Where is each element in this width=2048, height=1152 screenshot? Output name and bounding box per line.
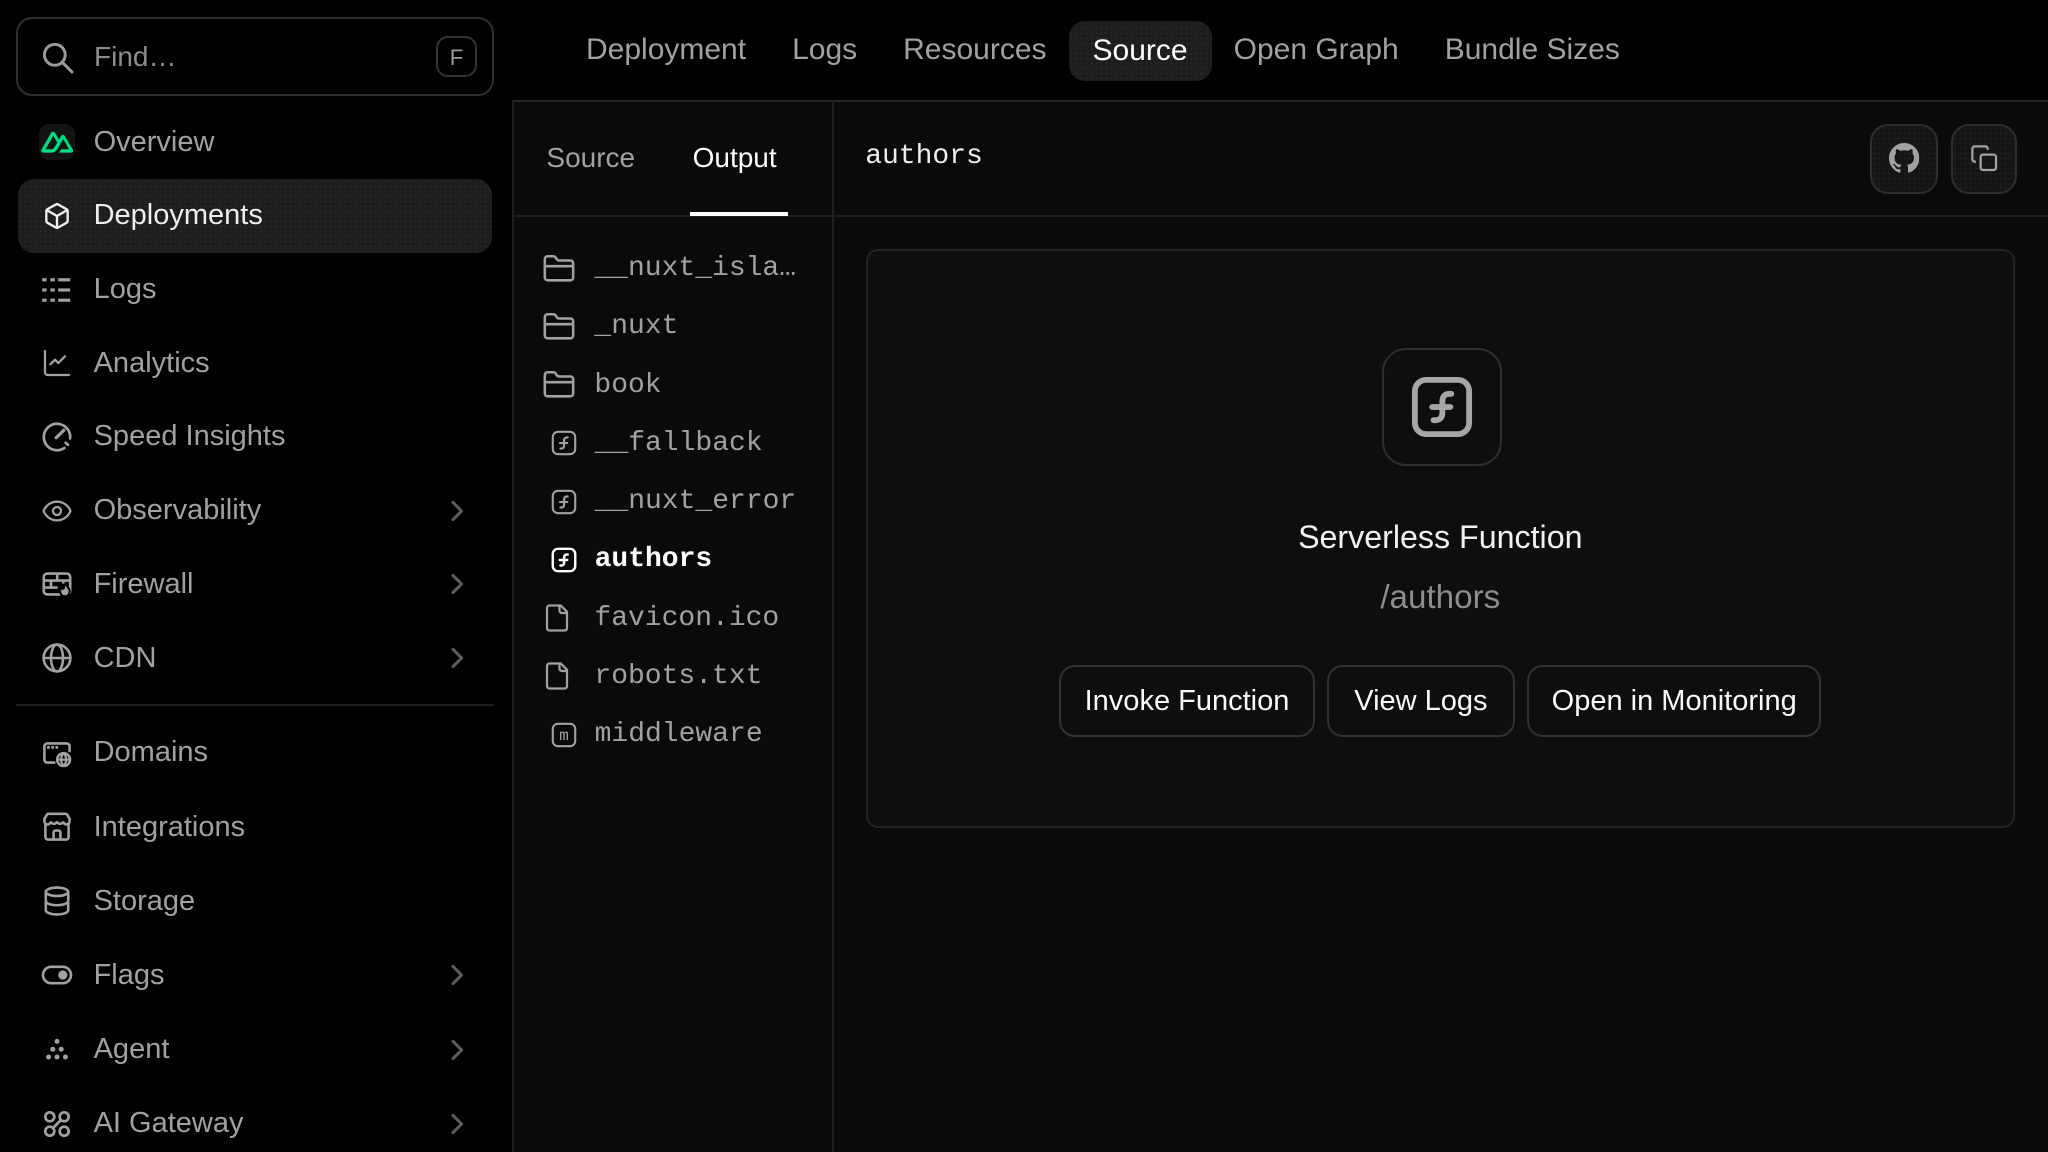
svg-text:m: m <box>559 727 569 745</box>
